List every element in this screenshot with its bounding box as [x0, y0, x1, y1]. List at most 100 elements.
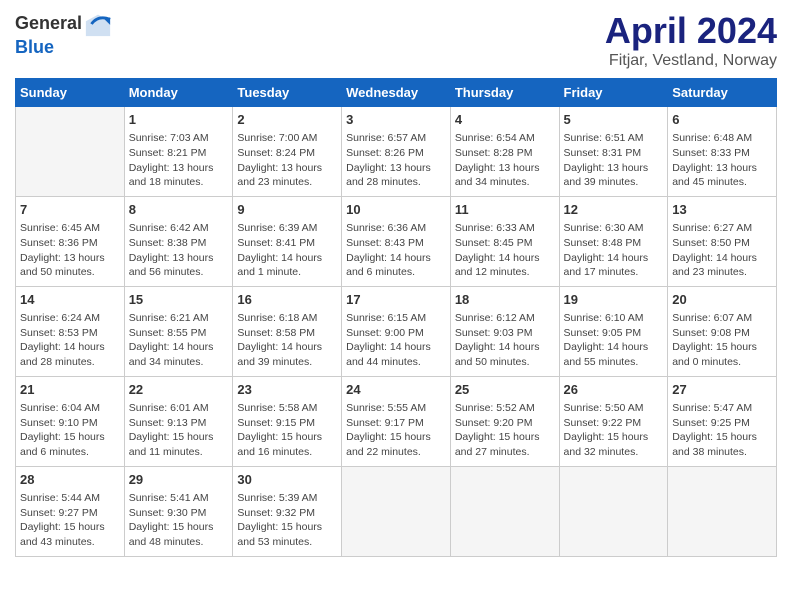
calendar-cell: 8 Sunrise: 6:42 AM Sunset: 8:38 PM Daylig… [124, 196, 233, 286]
day-info: Sunrise: 6:57 AM Sunset: 8:26 PM Dayligh… [346, 131, 446, 190]
day-info: Sunrise: 6:45 AM Sunset: 8:36 PM Dayligh… [20, 221, 120, 280]
weekday-header-friday: Friday [559, 79, 668, 107]
calendar-week-row: 21Sunrise: 6:04 AM Sunset: 9:10 PM Dayli… [16, 376, 777, 466]
day-number: 2 [237, 111, 337, 129]
calendar-cell: 16 Sunrise: 6:18 AM Sunset: 8:58 PM Dayli… [233, 286, 342, 376]
day-info: Sunrise: 5:50 AM Sunset: 9:22 PM Dayligh… [564, 401, 664, 460]
day-info: Sunrise: 5:55 AM Sunset: 9:17 PM Dayligh… [346, 401, 446, 460]
calendar-cell [342, 466, 451, 556]
calendar-cell [559, 466, 668, 556]
calendar-body: 1Sunrise: 7:03 AM Sunset: 8:21 PM Daylig… [16, 107, 777, 557]
day-number: 3 [346, 111, 446, 129]
calendar-cell: 5Sunrise: 6:51 AM Sunset: 8:31 PM Daylig… [559, 107, 668, 197]
day-number: 24 [346, 381, 446, 399]
day-number: 12 [564, 201, 664, 219]
title-block: April 2024 Fitjar, Vestland, Norway [605, 10, 777, 70]
calendar-cell: 27Sunrise: 5:47 AM Sunset: 9:25 PM Dayli… [668, 376, 777, 466]
day-info: Sunrise: 6:04 AM Sunset: 9:10 PM Dayligh… [20, 401, 120, 460]
day-info: Sunrise: 6:21 AM Sunset: 8:55 PM Dayligh… [129, 311, 229, 370]
day-info: Sunrise: 5:47 AM Sunset: 9:25 PM Dayligh… [672, 401, 772, 460]
calendar-cell: 28 Sunrise: 5:44 AM Sunset: 9:27 PM Dayli… [16, 466, 125, 556]
day-number: 8 [129, 201, 229, 219]
day-info: Sunrise: 6:54 AM Sunset: 8:28 PM Dayligh… [455, 131, 555, 190]
day-info: Sunrise: 7:03 AM Sunset: 8:21 PM Dayligh… [129, 131, 229, 190]
day-number: 11 [455, 201, 555, 219]
day-number: 22 [129, 381, 229, 399]
logo-blue-text: Blue [15, 38, 112, 58]
page-header: General Blue April 2024 Fitjar, Vestland… [15, 10, 777, 70]
day-info: Sunrise: 6:48 AM Sunset: 8:33 PM Dayligh… [672, 131, 772, 190]
day-number: 13 [672, 201, 772, 219]
calendar-cell: 30Sunrise: 5:39 AM Sunset: 9:32 PM Dayli… [233, 466, 342, 556]
weekday-header-row: SundayMondayTuesdayWednesdayThursdayFrid… [16, 79, 777, 107]
day-number: 20 [672, 291, 772, 309]
weekday-header-monday: Monday [124, 79, 233, 107]
weekday-header-tuesday: Tuesday [233, 79, 342, 107]
calendar-week-row: 28 Sunrise: 5:44 AM Sunset: 9:27 PM Dayli… [16, 466, 777, 556]
day-info: Sunrise: 6:01 AM Sunset: 9:13 PM Dayligh… [129, 401, 229, 460]
calendar-cell: 12 Sunrise: 6:30 AM Sunset: 8:48 PM Dayli… [559, 196, 668, 286]
day-info: Sunrise: 6:33 AM Sunset: 8:45 PM Dayligh… [455, 221, 555, 280]
day-info: Sunrise: 6:24 AM Sunset: 8:53 PM Dayligh… [20, 311, 120, 370]
day-number: 6 [672, 111, 772, 129]
weekday-header-thursday: Thursday [450, 79, 559, 107]
calendar-cell: 23 Sunrise: 5:58 AM Sunset: 9:15 PM Dayli… [233, 376, 342, 466]
day-number: 25 [455, 381, 555, 399]
day-number: 10 [346, 201, 446, 219]
day-info: Sunrise: 6:18 AM Sunset: 8:58 PM Dayligh… [237, 311, 337, 370]
weekday-header-wednesday: Wednesday [342, 79, 451, 107]
logo: General Blue [15, 10, 112, 58]
day-info: Sunrise: 6:27 AM Sunset: 8:50 PM Dayligh… [672, 221, 772, 280]
day-info: Sunrise: 5:44 AM Sunset: 9:27 PM Dayligh… [20, 491, 120, 550]
calendar-table: SundayMondayTuesdayWednesdayThursdayFrid… [15, 78, 777, 557]
location-title: Fitjar, Vestland, Norway [605, 52, 777, 70]
calendar-cell: 13 Sunrise: 6:27 AM Sunset: 8:50 PM Dayli… [668, 196, 777, 286]
day-number: 18 [455, 291, 555, 309]
day-number: 26 [564, 381, 664, 399]
calendar-cell: 9 Sunrise: 6:39 AM Sunset: 8:41 PM Daylig… [233, 196, 342, 286]
day-info: Sunrise: 5:52 AM Sunset: 9:20 PM Dayligh… [455, 401, 555, 460]
calendar-cell: 29 Sunrise: 5:41 AM Sunset: 9:30 PM Dayli… [124, 466, 233, 556]
day-number: 7 [20, 201, 120, 219]
day-number: 17 [346, 291, 446, 309]
calendar-cell: 25 Sunrise: 5:52 AM Sunset: 9:20 PM Dayli… [450, 376, 559, 466]
logo-icon [84, 10, 112, 38]
calendar-cell: 24 Sunrise: 5:55 AM Sunset: 9:17 PM Dayli… [342, 376, 451, 466]
day-info: Sunrise: 5:41 AM Sunset: 9:30 PM Dayligh… [129, 491, 229, 550]
calendar-cell: 22 Sunrise: 6:01 AM Sunset: 9:13 PM Dayli… [124, 376, 233, 466]
day-number: 29 [129, 471, 229, 489]
day-number: 30 [237, 471, 337, 489]
day-info: Sunrise: 6:36 AM Sunset: 8:43 PM Dayligh… [346, 221, 446, 280]
day-number: 4 [455, 111, 555, 129]
day-info: Sunrise: 6:51 AM Sunset: 8:31 PM Dayligh… [564, 131, 664, 190]
day-number: 19 [564, 291, 664, 309]
day-info: Sunrise: 6:39 AM Sunset: 8:41 PM Dayligh… [237, 221, 337, 280]
calendar-cell: 3 Sunrise: 6:57 AM Sunset: 8:26 PM Daylig… [342, 107, 451, 197]
day-number: 9 [237, 201, 337, 219]
day-info: Sunrise: 6:30 AM Sunset: 8:48 PM Dayligh… [564, 221, 664, 280]
calendar-week-row: 7 Sunrise: 6:45 AM Sunset: 8:36 PM Daylig… [16, 196, 777, 286]
calendar-cell: 6 Sunrise: 6:48 AM Sunset: 8:33 PM Daylig… [668, 107, 777, 197]
weekday-header-sunday: Sunday [16, 79, 125, 107]
calendar-cell [450, 466, 559, 556]
calendar-cell: 7 Sunrise: 6:45 AM Sunset: 8:36 PM Daylig… [16, 196, 125, 286]
calendar-cell [668, 466, 777, 556]
day-info: Sunrise: 5:58 AM Sunset: 9:15 PM Dayligh… [237, 401, 337, 460]
day-info: Sunrise: 6:10 AM Sunset: 9:05 PM Dayligh… [564, 311, 664, 370]
calendar-cell: 2Sunrise: 7:00 AM Sunset: 8:24 PM Daylig… [233, 107, 342, 197]
day-number: 23 [237, 381, 337, 399]
calendar-week-row: 1Sunrise: 7:03 AM Sunset: 8:21 PM Daylig… [16, 107, 777, 197]
calendar-header: SundayMondayTuesdayWednesdayThursdayFrid… [16, 79, 777, 107]
day-number: 16 [237, 291, 337, 309]
calendar-cell: 17Sunrise: 6:15 AM Sunset: 9:00 PM Dayli… [342, 286, 451, 376]
calendar-cell: 10 Sunrise: 6:36 AM Sunset: 8:43 PM Dayli… [342, 196, 451, 286]
weekday-header-saturday: Saturday [668, 79, 777, 107]
day-info: Sunrise: 6:42 AM Sunset: 8:38 PM Dayligh… [129, 221, 229, 280]
calendar-cell: 18Sunrise: 6:12 AM Sunset: 9:03 PM Dayli… [450, 286, 559, 376]
calendar-cell: 11 Sunrise: 6:33 AM Sunset: 8:45 PM Dayli… [450, 196, 559, 286]
calendar-cell [16, 107, 125, 197]
day-number: 14 [20, 291, 120, 309]
calendar-cell: 20Sunrise: 6:07 AM Sunset: 9:08 PM Dayli… [668, 286, 777, 376]
day-number: 28 [20, 471, 120, 489]
calendar-cell: 14 Sunrise: 6:24 AM Sunset: 8:53 PM Dayli… [16, 286, 125, 376]
